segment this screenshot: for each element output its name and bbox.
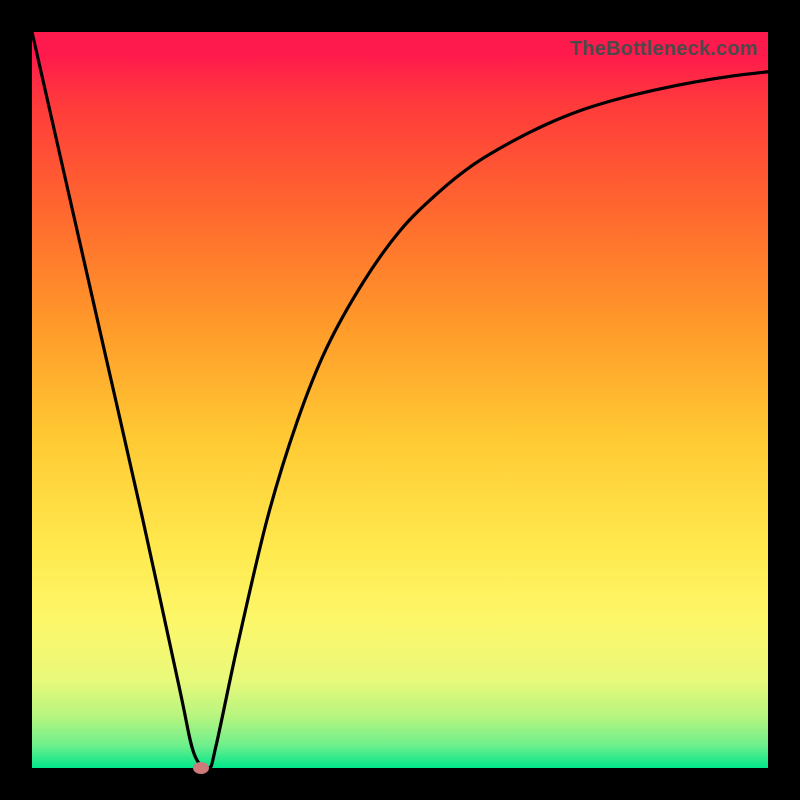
curve-path [32, 32, 768, 768]
optimal-point-marker [193, 762, 209, 774]
bottleneck-curve [32, 32, 768, 768]
chart-container: TheBottleneck.com [0, 0, 800, 800]
plot-area: TheBottleneck.com [32, 32, 768, 768]
